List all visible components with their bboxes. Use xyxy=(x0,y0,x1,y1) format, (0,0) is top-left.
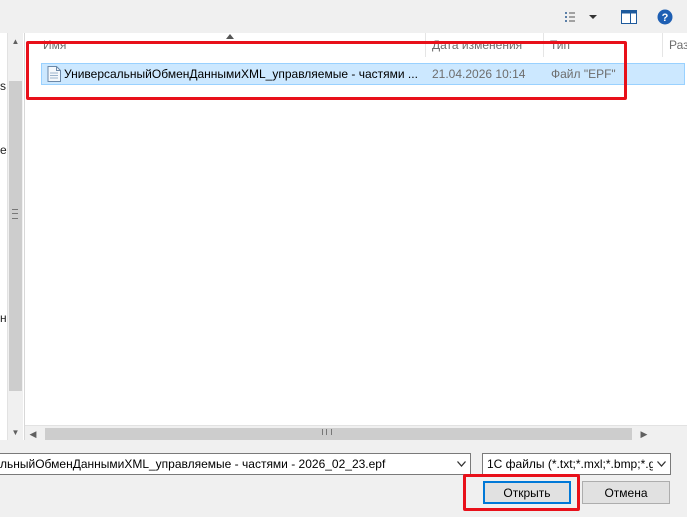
file-type-filter[interactable]: 1С файлы (*.txt;*.mxl;*.bmp;*.g xyxy=(482,453,671,475)
scroll-up-arrow[interactable]: ▲ xyxy=(8,33,23,49)
cancel-button[interactable]: Отмена xyxy=(582,481,670,504)
filename-dropdown-button[interactable] xyxy=(453,454,470,474)
dialog-footer: льныйОбменДаннымиXML_управляемые - частя… xyxy=(0,442,687,517)
chevron-down-icon xyxy=(657,461,666,467)
navigation-scrollbar[interactable]: ▲ ▼ xyxy=(7,33,23,440)
preview-pane-button[interactable] xyxy=(617,6,641,28)
file-name: УниверсальныйОбменДаннымиXML_управляемые… xyxy=(64,67,418,81)
horizontal-scrollbar[interactable]: ◀ ▶ xyxy=(25,425,687,443)
chevron-down-icon xyxy=(457,461,466,467)
file-date: 21.04.2026 10:14 xyxy=(432,67,526,81)
toolbar: ? xyxy=(0,0,687,33)
file-icon xyxy=(47,66,61,82)
view-options-button[interactable] xyxy=(563,6,599,28)
file-type: Файл "EPF" xyxy=(551,67,616,81)
file-type-filter-value: 1С файлы (*.txt;*.mxl;*.bmp;*.g xyxy=(487,457,656,471)
scroll-down-arrow[interactable]: ▼ xyxy=(8,424,23,440)
nav-fragment[interactable]: e xyxy=(0,143,7,157)
nav-fragment[interactable]: s xyxy=(0,79,6,93)
help-button[interactable]: ? xyxy=(653,6,677,28)
file-list: Имя Дата изменения Тип Раз Универсальный… xyxy=(25,33,687,440)
navigation-pane: s e н ▲ ▼ xyxy=(0,33,25,440)
filter-dropdown-button[interactable] xyxy=(653,454,670,474)
scrollbar-grip-icon xyxy=(322,429,332,435)
file-row[interactable]: УниверсальныйОбменДаннымиXML_управляемые… xyxy=(41,63,685,85)
column-header-date[interactable]: Дата изменения xyxy=(426,33,544,57)
chevron-down-icon xyxy=(589,15,597,19)
scrollbar-grip-icon xyxy=(12,209,18,219)
column-header-type[interactable]: Тип xyxy=(544,33,663,57)
scrollbar-thumb[interactable] xyxy=(9,81,22,391)
scroll-right-arrow[interactable]: ▶ xyxy=(636,426,652,443)
open-button[interactable]: Открыть xyxy=(483,481,571,504)
view-options-icon xyxy=(565,12,575,22)
horizontal-scrollbar-thumb[interactable] xyxy=(45,428,632,440)
help-icon: ? xyxy=(657,9,673,25)
svg-text:?: ? xyxy=(662,12,669,24)
column-header-size[interactable]: Раз xyxy=(663,33,687,57)
scroll-left-arrow[interactable]: ◀ xyxy=(25,426,41,443)
preview-pane-icon xyxy=(621,10,637,24)
column-header-name[interactable]: Имя xyxy=(37,33,426,57)
filename-input[interactable]: льныйОбменДаннымиXML_управляемые - частя… xyxy=(0,454,452,474)
nav-fragment[interactable]: н xyxy=(0,311,7,325)
filename-combobox[interactable]: льныйОбменДаннымиXML_управляемые - частя… xyxy=(0,453,471,475)
